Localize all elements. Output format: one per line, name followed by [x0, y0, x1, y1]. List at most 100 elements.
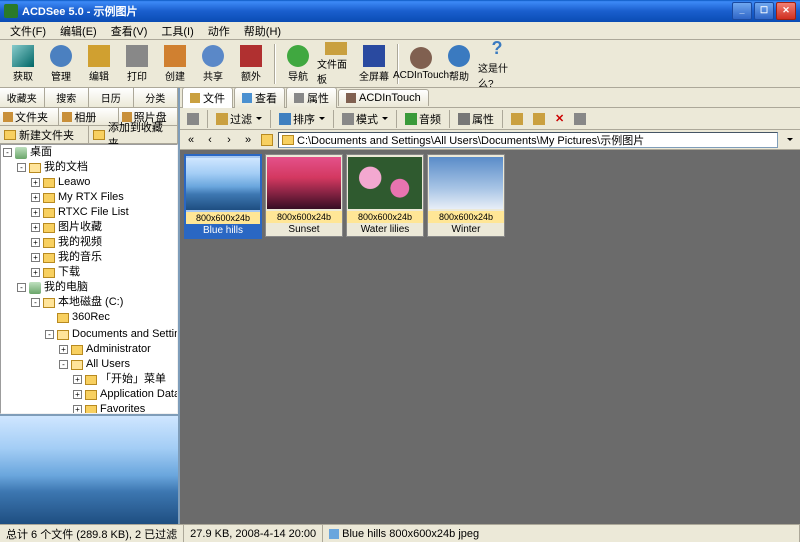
left-top-tabs: 收藏夹搜索日历分类: [0, 88, 178, 108]
thumb-image: [267, 157, 341, 209]
thumb-blue-hills[interactable]: 800x600x24bBlue hills: [184, 154, 262, 239]
tb-whatsthis[interactable]: ?这是什么?: [478, 42, 516, 86]
left-action-0[interactable]: 新建文件夹: [0, 126, 89, 143]
tb-share[interactable]: 共享: [194, 42, 232, 86]
menu-v[interactable]: 查看(V): [105, 22, 154, 40]
left-subtab-0[interactable]: 文件夹: [0, 108, 59, 125]
props-button[interactable]: 属性: [454, 110, 498, 128]
tree-node[interactable]: + RTXC File List: [31, 205, 129, 220]
main-toolbar: 获取管理编辑打印创建共享额外导航文件面板全屏幕ACDInTouch帮助?这是什么…: [0, 40, 800, 88]
tree-node[interactable]: + 我的视频: [31, 235, 102, 250]
tool-icon-2[interactable]: [529, 110, 549, 128]
thumb-dimensions: 800x600x24b: [266, 211, 342, 223]
menu-[interactable]: 动作: [202, 22, 236, 40]
thumb-sunset[interactable]: 800x600x24bSunset: [265, 154, 343, 237]
right-toolbar: 过滤 排序 模式 音频 属性 ✕: [180, 108, 800, 130]
addr-up[interactable]: [259, 132, 275, 148]
menubar: 文件(F)编辑(E)查看(V)工具(I)动作帮助(H): [0, 22, 800, 40]
tree-node[interactable]: + 下载: [31, 265, 80, 280]
addr-right-end[interactable]: »: [240, 132, 256, 148]
right-tabs: 文件查看属性ACDInTouch: [180, 88, 800, 108]
left-tab-3[interactable]: 分类: [134, 88, 179, 107]
right-tab-3[interactable]: ACDInTouch: [338, 89, 429, 106]
tree-node[interactable]: + 我的音乐: [31, 250, 102, 265]
tb-fullscreen[interactable]: 全屏幕: [355, 42, 393, 86]
left-tab-1[interactable]: 搜索: [45, 88, 90, 107]
tree-node[interactable]: - 我的电脑: [17, 280, 88, 295]
thumb-image: [186, 158, 260, 210]
sort-button[interactable]: 排序: [275, 110, 329, 128]
manage-icon: [50, 45, 72, 67]
tree-node[interactable]: + Application Data: [73, 387, 178, 402]
fullscreen-icon: [363, 45, 385, 67]
right-pane: 文件查看属性ACDInTouch 过滤 排序 模式 音频 属性 ✕ « ‹ › …: [180, 88, 800, 524]
thumb-name: Water lilies: [347, 223, 423, 236]
tb-extras[interactable]: 额外: [232, 42, 270, 86]
tb-edit[interactable]: 编辑: [80, 42, 118, 86]
tree-node[interactable]: + Administrator: [59, 342, 151, 357]
left-tab-2[interactable]: 日历: [89, 88, 134, 107]
share-icon: [202, 45, 224, 67]
statusbar: 总计 6 个文件 (289.8 KB), 2 已过滤 27.9 KB, 2008…: [0, 524, 800, 542]
close-button[interactable]: ✕: [776, 2, 796, 20]
tree-node[interactable]: + Leawo: [31, 175, 90, 190]
tree-node[interactable]: - 桌面: [3, 145, 52, 160]
status-count: 总计 6 个文件 (289.8 KB), 2 已过滤: [0, 525, 184, 542]
tb-create[interactable]: 创建: [156, 42, 194, 86]
tb-acquire[interactable]: 获取: [4, 42, 42, 86]
tb-print[interactable]: 打印: [118, 42, 156, 86]
audio-button[interactable]: 音频: [401, 110, 445, 128]
thumb-dimensions: 800x600x24b: [428, 211, 504, 223]
right-tab-0[interactable]: 文件: [182, 87, 233, 108]
tb-nav[interactable]: 导航: [279, 42, 317, 86]
tree-node[interactable]: - 本地磁盘 (C:): [31, 295, 123, 310]
addr-left-end[interactable]: «: [183, 132, 199, 148]
folder-tree[interactable]: - 桌面- 我的文档+ Leawo+ My RTX Files+ RTXC Fi…: [0, 144, 178, 414]
left-pane: 收藏夹搜索日历分类 文件夹相册照片盘 新建文件夹添加到收藏夹 - 桌面- 我的文…: [0, 88, 180, 524]
tool-icon-4[interactable]: [570, 110, 590, 128]
menu-h[interactable]: 帮助(H): [238, 22, 287, 40]
tree-node[interactable]: 360Rec: [45, 310, 110, 325]
left-tab-0[interactable]: 收藏夹: [0, 88, 45, 107]
thumb-image: [348, 157, 422, 209]
menu-e[interactable]: 编辑(E): [54, 22, 103, 40]
create-icon: [164, 45, 186, 67]
thumb-winter[interactable]: 800x600x24bWinter: [427, 154, 505, 237]
tb-manage[interactable]: 管理: [42, 42, 80, 86]
tree-node[interactable]: + Favorites: [73, 402, 145, 414]
nav-icon: [287, 45, 309, 67]
minimize-button[interactable]: _: [732, 2, 752, 20]
filter-button[interactable]: 过滤: [212, 110, 266, 128]
menu-i[interactable]: 工具(I): [155, 22, 199, 40]
addr-dropdown[interactable]: [781, 132, 797, 148]
addr-back[interactable]: ‹: [202, 132, 218, 148]
tool-icon-3[interactable]: ✕: [551, 110, 568, 128]
status-filename: Blue hills 800x600x24b jpeg: [323, 525, 800, 542]
menu-f[interactable]: 文件(F): [4, 22, 52, 40]
tree-node[interactable]: + 「开始」菜单: [73, 372, 166, 387]
print-icon[interactable]: [183, 110, 203, 128]
tb-intouch[interactable]: ACDInTouch: [402, 42, 440, 86]
tree-node[interactable]: - Documents and Settings: [45, 327, 178, 342]
tree-node[interactable]: - 我的文档: [17, 160, 88, 175]
address-input[interactable]: C:\Documents and Settings\All Users\Docu…: [278, 132, 778, 148]
status-selection: 27.9 KB, 2008-4-14 20:00: [184, 525, 323, 542]
tb-panel[interactable]: 文件面板: [317, 42, 355, 86]
right-tab-1[interactable]: 查看: [234, 87, 285, 108]
mode-button[interactable]: 模式: [338, 110, 392, 128]
thumb-dimensions: 800x600x24b: [347, 211, 423, 223]
tree-node[interactable]: - All Users: [59, 357, 130, 372]
tree-node[interactable]: + My RTX Files: [31, 190, 124, 205]
preview-image[interactable]: [0, 416, 178, 524]
right-tab-2[interactable]: 属性: [286, 87, 337, 108]
thumb-name: Winter: [428, 223, 504, 236]
tool-icon-1[interactable]: [507, 110, 527, 128]
thumbnail-area[interactable]: 800x600x24bBlue hills800x600x24bSunset80…: [180, 150, 800, 524]
titlebar: ACDSee 5.0 - 示例图片 _ ☐ ✕: [0, 0, 800, 22]
tb-help[interactable]: 帮助: [440, 42, 478, 86]
addr-fwd[interactable]: ›: [221, 132, 237, 148]
maximize-button[interactable]: ☐: [754, 2, 774, 20]
thumb-water-lilies[interactable]: 800x600x24bWater lilies: [346, 154, 424, 237]
tree-node[interactable]: + 图片收藏: [31, 220, 102, 235]
left-action-1[interactable]: 添加到收藏夹: [89, 126, 178, 143]
